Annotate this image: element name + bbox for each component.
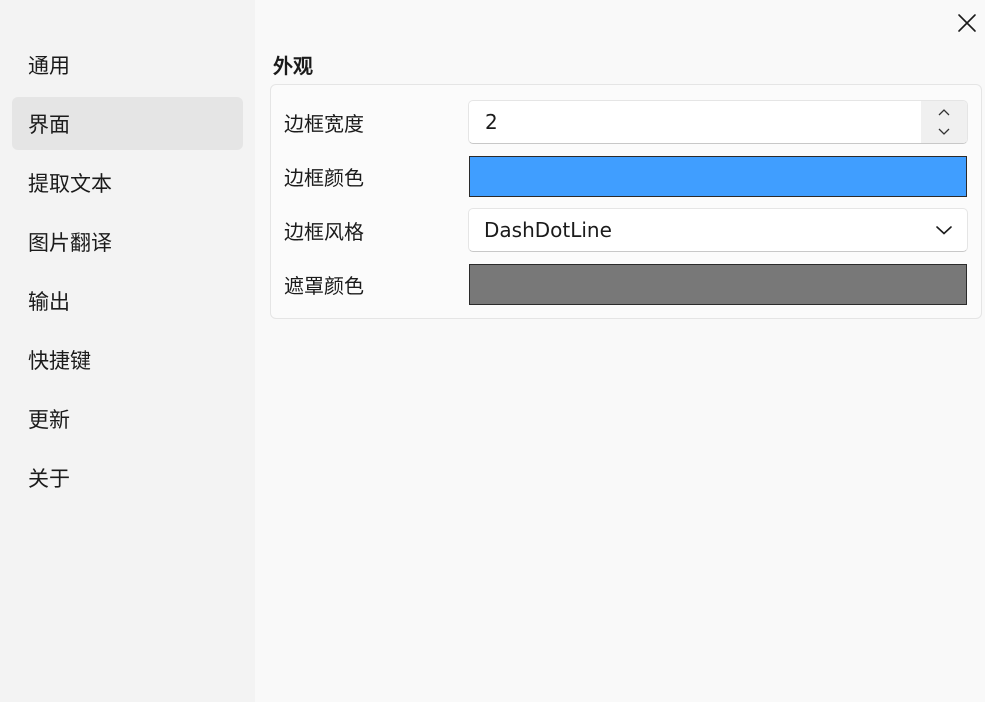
section-title-appearance: 外观 (273, 54, 313, 78)
mask-color-swatch[interactable] (469, 263, 967, 305)
sidebar-item-shortcuts[interactable]: 快捷键 (12, 333, 243, 386)
sidebar-item-interface[interactable]: 界面 (12, 97, 243, 150)
sidebar-item-general[interactable]: 通用 (12, 38, 243, 91)
border-width-label: 边框宽度 (284, 111, 364, 136)
sidebar-item-update[interactable]: 更新 (12, 392, 243, 445)
spin-buttons (921, 101, 967, 143)
border-style-label: 边框风格 (284, 219, 364, 244)
chevron-down-icon (936, 226, 952, 235)
mask-color-row: 遮罩颜色 (271, 261, 981, 307)
chevron-down-icon (938, 128, 950, 135)
spin-down-button[interactable] (921, 122, 967, 142)
sidebar-item-image-translation[interactable]: 图片翻译 (12, 215, 243, 268)
border-color-label: 边框颜色 (284, 165, 364, 190)
border-style-row: 边框风格 DashDotLine (271, 207, 981, 253)
settings-window: 通用 界面 提取文本 图片翻译 输出 快捷键 更新 关于 外观 边框宽度 2 边… (0, 0, 985, 702)
border-style-value: DashDotLine (484, 218, 612, 242)
close-icon (958, 14, 976, 32)
sidebar-item-text-extraction[interactable]: 提取文本 (12, 156, 243, 209)
appearance-card: 边框宽度 2 边框颜色 边框风格 DashDotLine 遮罩颜色 (270, 84, 982, 319)
sidebar-item-output[interactable]: 输出 (12, 274, 243, 327)
border-color-row: 边框颜色 (271, 153, 981, 199)
close-button[interactable] (952, 8, 982, 38)
border-color-swatch[interactable] (469, 155, 967, 197)
sidebar-item-about[interactable]: 关于 (12, 451, 243, 504)
mask-color-label: 遮罩颜色 (284, 273, 364, 298)
spin-up-button[interactable] (921, 102, 967, 122)
border-width-spinbox[interactable]: 2 (468, 100, 968, 144)
border-style-dropdown[interactable]: DashDotLine (468, 208, 968, 252)
border-width-row: 边框宽度 2 (271, 99, 981, 145)
chevron-up-icon (938, 109, 950, 116)
border-width-value[interactable]: 2 (469, 110, 921, 134)
sidebar: 通用 界面 提取文本 图片翻译 输出 快捷键 更新 关于 (0, 0, 255, 702)
main-panel: 外观 边框宽度 2 边框颜色 边框风格 DashDotLine 遮罩颜色 (255, 0, 985, 702)
dropdown-chevron (921, 225, 967, 235)
